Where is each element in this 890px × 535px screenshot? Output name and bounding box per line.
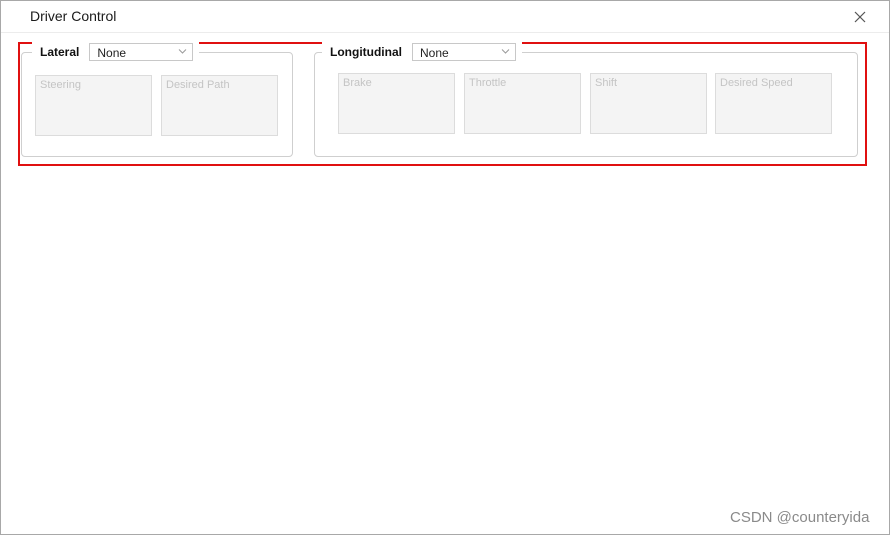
tile-desired-speed-label: Desired Speed [720, 77, 793, 89]
lateral-legend: Lateral None [32, 42, 200, 62]
window-title: Driver Control [30, 8, 117, 24]
lateral-mode-select[interactable]: None [89, 43, 194, 61]
driver-control-window: Driver Control Steering Desired Path Lat… [0, 0, 890, 535]
tile-desired-speed[interactable]: Desired Speed [715, 73, 832, 134]
tile-brake-label: Brake [343, 77, 372, 89]
tile-steering[interactable]: Steering [35, 75, 152, 136]
lateral-group: Steering Desired Path [21, 52, 293, 157]
longitudinal-group: Brake Throttle Shift Desired Speed [314, 52, 858, 157]
chevron-down-icon [501, 49, 510, 54]
close-button[interactable] [849, 6, 871, 28]
tile-brake[interactable]: Brake [338, 73, 455, 134]
longitudinal-label: Longitudinal [330, 45, 402, 59]
tile-desired-path-label: Desired Path [166, 79, 230, 91]
chevron-down-icon [179, 49, 187, 54]
watermark: CSDN @counteryida [730, 509, 870, 526]
lateral-mode-value: None [97, 46, 127, 60]
tile-shift-label: Shift [595, 77, 618, 89]
tile-steering-label: Steering [40, 79, 81, 91]
tile-throttle[interactable]: Throttle [464, 73, 581, 134]
title-bar: Driver Control [1, 1, 889, 33]
longitudinal-mode-select[interactable]: None [411, 43, 516, 61]
close-icon [854, 11, 866, 23]
tile-desired-path[interactable]: Desired Path [161, 75, 278, 136]
longitudinal-mode-value: None [419, 46, 449, 60]
longitudinal-legend: Longitudinal None [322, 42, 522, 62]
tile-shift[interactable]: Shift [590, 73, 707, 134]
lateral-label: Lateral [40, 45, 80, 59]
tile-throttle-label: Throttle [469, 77, 507, 89]
